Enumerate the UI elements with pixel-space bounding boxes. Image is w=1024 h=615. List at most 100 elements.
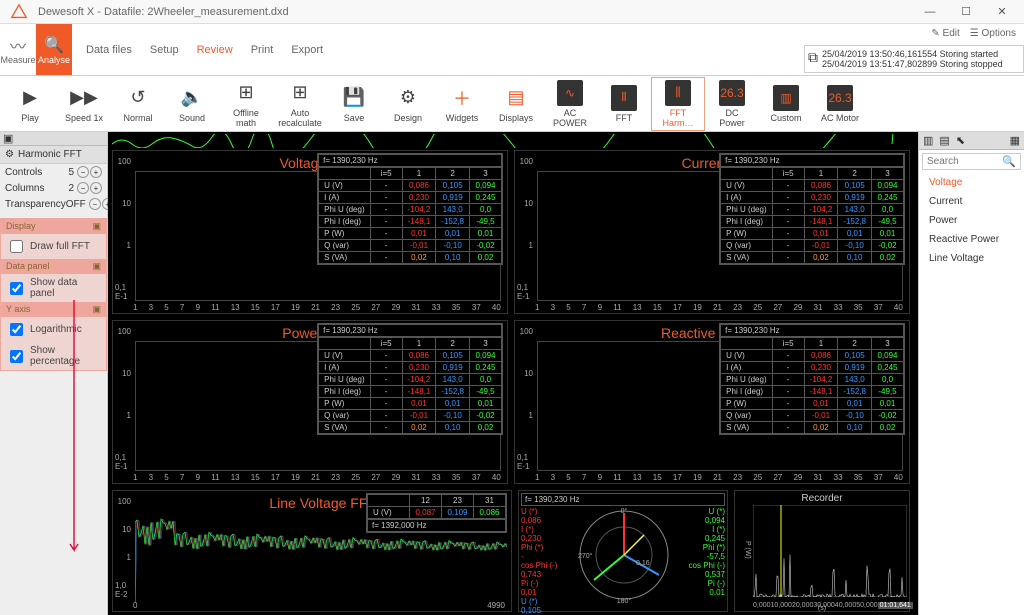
sound-icon: 🔈	[179, 85, 205, 111]
fftharm-icon: ⫼	[665, 80, 691, 106]
topnav-review[interactable]: Review	[197, 44, 233, 56]
topnav-data-files[interactable]: Data files	[86, 44, 132, 56]
sound-button[interactable]: 🔈Sound	[166, 78, 218, 130]
list-icon[interactable]: ▤	[939, 134, 949, 147]
cursor-icon[interactable]: ⬉	[956, 134, 965, 147]
data-panel: f= 1390,230 Hzi=5123U (V)-0,0860,1050,09…	[317, 153, 503, 265]
fft-icon: ⫴	[611, 85, 637, 111]
right-strip: ▥ ▤ ⬉ ▦	[919, 132, 1024, 150]
data-panel: f= 1390,230 Hzi=5123U (V)-0,0860,1050,09…	[719, 153, 905, 265]
columns-inc[interactable]: +	[90, 182, 102, 194]
show-data-panel-checkbox[interactable]: Show data panel	[1, 274, 106, 302]
dcpower-icon: 26.3	[719, 80, 745, 106]
chart-line-voltage[interactable]: Line Voltage FFT1001011,0 E-204990122331…	[112, 490, 512, 612]
search-icon: 🔍	[1002, 155, 1016, 168]
transparency-label: Transparency	[5, 199, 66, 210]
svg-text:0,16: 0,16	[636, 560, 650, 567]
design-button[interactable]: ⚙Design	[382, 78, 434, 130]
minimize-button[interactable]: —	[912, 0, 948, 24]
logarithmic-checkbox[interactable]: Logarithmic	[1, 317, 106, 342]
play-icon: ▶	[17, 85, 43, 111]
mode-measure-label: Measure	[0, 55, 35, 65]
chart-reactive[interactable]: Reactive Power FFT1001010,1 E-1135791113…	[514, 320, 910, 484]
channel-item-reactive-power[interactable]: Reactive Power	[919, 230, 1024, 249]
vector-scope[interactable]: f= 1390,230 HzU (*)0,086I (*)0,230Phi (*…	[518, 490, 728, 612]
channel-item-current[interactable]: Current	[919, 192, 1024, 211]
save-button[interactable]: 💾Save	[328, 78, 380, 130]
data-panel: f= 1390,230 Hzi=5123U (V)-0,0860,1050,09…	[719, 323, 905, 435]
y-axis: 1001010,1 E-1	[517, 327, 533, 471]
x-axis: 13579111315171921232527293133353740	[535, 473, 903, 483]
status-line-1: 25/04/2019 13:51:47,802899 Storing stopp…	[822, 59, 1003, 69]
mode-measure[interactable]: 〰 Measure	[0, 24, 36, 75]
status-line-0: 25/04/2019 13:50:46,161554 Storing start…	[822, 49, 1003, 59]
fft-button[interactable]: ⫴FFT	[598, 78, 650, 130]
transparency-row: Transparency OFF −+	[0, 196, 107, 212]
recalc-icon: ⊞	[287, 80, 313, 106]
channel-list: VoltageCurrentPowerReactive PowerLine Vo…	[919, 173, 1024, 615]
channel-item-line-voltage[interactable]: Line Voltage	[919, 249, 1024, 268]
topnav-setup[interactable]: Setup	[150, 44, 179, 56]
show-percentage-checkbox[interactable]: Show percentage	[1, 342, 106, 370]
edit-link[interactable]: ✎ Edit	[931, 28, 959, 39]
maximize-button[interactable]: ☐	[948, 0, 984, 24]
design-icon: ⚙	[395, 85, 421, 111]
controls-inc[interactable]: +	[90, 166, 102, 178]
left-panel: ▣ ⚙ Harmonic FFT Controls 5 −+ Columns 2…	[0, 132, 108, 615]
chart-area: Voltage FFT1001010,1 E-11357911131517192…	[108, 132, 918, 615]
controls-dec[interactable]: −	[77, 166, 89, 178]
columns-row: Columns 2 −+	[0, 180, 107, 196]
recorder-chart[interactable]: RecorderP (W)0,00010,00020,00030,00040,0…	[734, 490, 910, 612]
svg-text:180°: 180°	[617, 597, 632, 605]
close-button[interactable]: ✕	[984, 0, 1020, 24]
transparency-value: OFF	[66, 199, 86, 210]
acmotor-button[interactable]: 26.3AC Motor	[814, 78, 866, 130]
acpower-icon: ∿	[557, 80, 583, 106]
controls-value: 5	[68, 167, 74, 178]
status-box: ⧉ 25/04/2019 13:50:46,161554 Storing sta…	[804, 45, 1024, 73]
folder-icon[interactable]: ▥	[923, 134, 933, 147]
chart-current[interactable]: Current FFT1001010,1 E-11357911131517192…	[514, 150, 910, 314]
columns-dec[interactable]: −	[77, 182, 89, 194]
toolbar: ▶Play▶▶Speed 1x↺Normal🔈Sound⊞Offline mat…	[0, 76, 1024, 132]
chart-voltage[interactable]: Voltage FFT1001010,1 E-11357911131517192…	[112, 150, 508, 314]
widgets-button[interactable]: ＋Widgets	[436, 78, 488, 130]
svg-text:270°: 270°	[578, 552, 593, 560]
recalc-button[interactable]: ⊞Auto recalculate	[274, 78, 326, 130]
save-icon: 💾	[341, 85, 367, 111]
columns-label: Columns	[5, 183, 44, 194]
section-yaxis[interactable]: Y axis▣	[1, 302, 106, 317]
section-data-panel[interactable]: Data panel▣	[1, 259, 106, 274]
normal-icon: ↺	[125, 85, 151, 111]
ribbon: 〰 Measure 🔍 Analyse Data files Setup Revie…	[0, 24, 1024, 76]
play-button[interactable]: ▶Play	[4, 78, 56, 130]
grid-icon[interactable]: ▦	[1010, 134, 1020, 147]
overview-strip[interactable]	[112, 134, 914, 148]
transp-dec[interactable]: −	[89, 198, 101, 210]
measure-icon: 〰	[8, 35, 28, 55]
offmath-button[interactable]: ⊞Offline math	[220, 78, 272, 130]
acmotor-icon: 26.3	[827, 85, 853, 111]
dcpower-button[interactable]: 26.3DC Power	[706, 78, 758, 130]
topnav-print[interactable]: Print	[251, 44, 274, 56]
y-axis: 1001010,1 E-1	[517, 157, 533, 301]
normal-button[interactable]: ↺Normal	[112, 78, 164, 130]
displays-button[interactable]: ▤Displays	[490, 78, 542, 130]
x-axis: 13579111315171921232527293133353740	[133, 303, 501, 313]
chart-power[interactable]: Power FFT1001010,1 E-1135791113151719212…	[112, 320, 508, 484]
displays-icon: ▤	[503, 85, 529, 111]
channel-item-voltage[interactable]: Voltage	[919, 173, 1024, 192]
draw-full-fft-checkbox[interactable]: Draw full FFT	[1, 234, 106, 259]
fftharm-button[interactable]: ⫼FFT Harm…	[652, 78, 704, 130]
channel-item-power[interactable]: Power	[919, 211, 1024, 230]
speed-button[interactable]: ▶▶Speed 1x	[58, 78, 110, 130]
widgets-icon: ＋	[449, 85, 475, 111]
left-panel-title: ⚙ Harmonic FFT	[0, 146, 107, 164]
topnav-export[interactable]: Export	[291, 44, 323, 56]
acpower-button[interactable]: ∿AC POWER	[544, 78, 596, 130]
x-axis: 13579111315171921232527293133353740	[535, 303, 903, 313]
mode-analyse[interactable]: 🔍 Analyse	[36, 24, 72, 75]
section-display[interactable]: Display▣	[1, 219, 106, 234]
custom-button[interactable]: ▥Custom	[760, 78, 812, 130]
options-link[interactable]: ☰ Options	[970, 28, 1016, 39]
